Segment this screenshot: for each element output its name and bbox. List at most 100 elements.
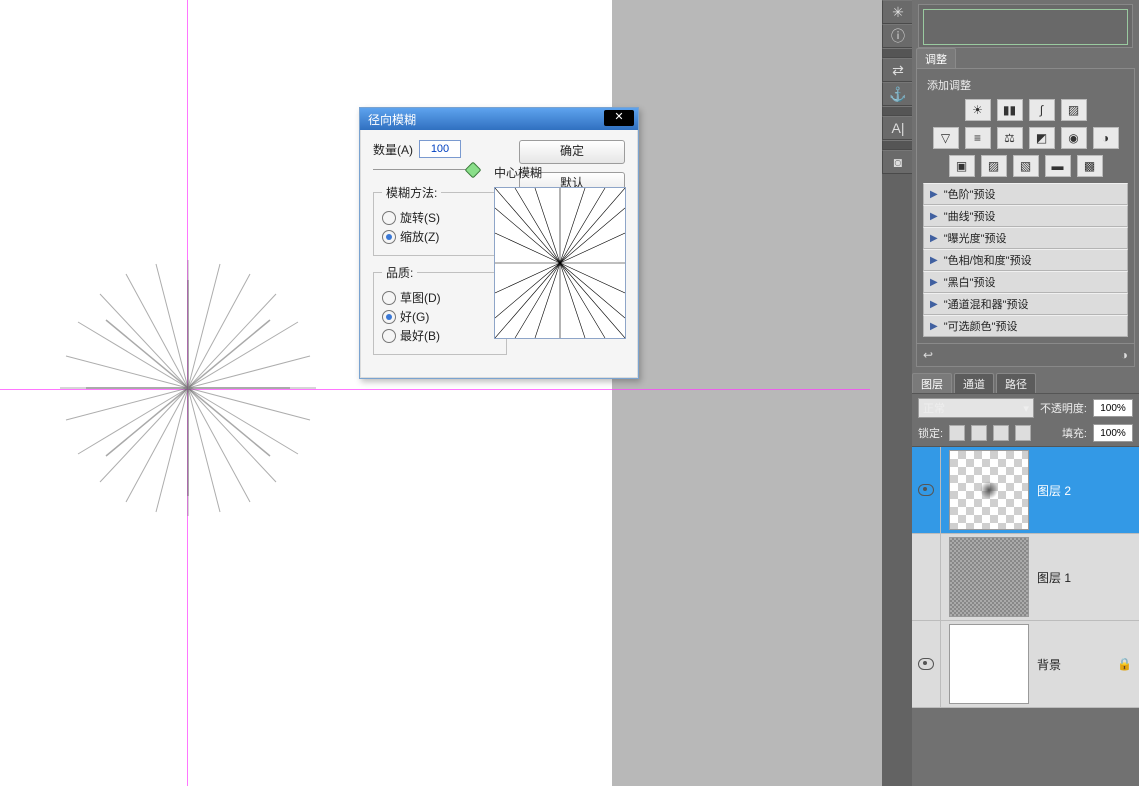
quality-legend: 品质: bbox=[382, 264, 417, 281]
quality-good-radio[interactable]: 好(G) bbox=[382, 308, 498, 325]
camera-icon[interactable]: ◙ bbox=[882, 150, 914, 174]
visibility-toggle[interactable] bbox=[912, 621, 941, 707]
triangle-icon: ▶ bbox=[930, 189, 938, 200]
ok-button[interactable]: 确定 bbox=[519, 140, 625, 164]
layer-name: 图层 2 bbox=[1037, 482, 1139, 499]
separator bbox=[882, 106, 914, 116]
layer-thumbnail[interactable] bbox=[949, 624, 1029, 704]
opacity-label: 不透明度: bbox=[1040, 400, 1087, 416]
triangle-icon: ▶ bbox=[930, 233, 938, 244]
channels-tab[interactable]: 通道 bbox=[954, 373, 994, 393]
brightness-icon[interactable]: ☀ bbox=[965, 99, 991, 121]
amount-input[interactable] bbox=[419, 140, 461, 158]
quality-draft-radio[interactable]: 草图(D) bbox=[382, 289, 498, 306]
adjustments-tab[interactable]: 调整 bbox=[916, 48, 956, 68]
triangle-icon: ▶ bbox=[930, 299, 938, 310]
layer-name: 背景 bbox=[1037, 656, 1117, 673]
triangle-icon: ▶ bbox=[930, 321, 938, 332]
add-adjustment-label: 添加调整 bbox=[927, 77, 1128, 93]
histogram-panel[interactable] bbox=[918, 4, 1133, 48]
exposure-icon[interactable]: ▨ bbox=[1061, 99, 1087, 121]
hue-icon[interactable]: ≡ bbox=[965, 127, 991, 149]
method-legend: 模糊方法: bbox=[382, 184, 441, 201]
triangle-icon: ▶ bbox=[930, 211, 938, 222]
vibrance-icon[interactable]: ▽ bbox=[933, 127, 959, 149]
lock-transparent-icon[interactable] bbox=[949, 425, 965, 441]
bw-icon[interactable]: ◩ bbox=[1029, 127, 1055, 149]
dialog-titlebar[interactable]: 径向模糊 ✕ bbox=[360, 108, 638, 130]
adjustments-footer: ↩ ◑ bbox=[916, 344, 1135, 367]
layer-row[interactable]: 图层 2 bbox=[912, 447, 1139, 534]
layers-list: 图层 2 图层 1 背景🔒 bbox=[912, 447, 1139, 708]
center-blur-label: 中心模糊 bbox=[494, 164, 626, 181]
lock-icon: 🔒 bbox=[1117, 657, 1131, 671]
lock-label: 锁定: bbox=[918, 425, 943, 441]
footer-left-icon[interactable]: ↩ bbox=[923, 348, 933, 362]
quality-group: 品质: 草图(D) 好(G) 最好(B) bbox=[373, 264, 507, 355]
fill-label: 填充: bbox=[1062, 425, 1087, 441]
anchor-icon[interactable]: ⚓ bbox=[882, 82, 914, 106]
channel-mixer-icon[interactable]: ◑ bbox=[1093, 127, 1119, 149]
method-zoom-radio[interactable]: 缩放(Z) bbox=[382, 228, 498, 245]
fill-input[interactable] bbox=[1093, 424, 1133, 442]
photo-filter-icon[interactable]: ◉ bbox=[1061, 127, 1087, 149]
lock-all-icon[interactable] bbox=[1015, 425, 1031, 441]
quality-best-radio[interactable]: 最好(B) bbox=[382, 327, 498, 344]
paths-tab[interactable]: 路径 bbox=[996, 373, 1036, 393]
dialog-title-text: 径向模糊 bbox=[368, 111, 416, 128]
threshold-icon[interactable]: ▧ bbox=[1013, 155, 1039, 177]
preset-item[interactable]: ▶"曲线"预设 bbox=[923, 205, 1128, 227]
layer-name: 图层 1 bbox=[1037, 569, 1139, 586]
collapsed-toolbar: ✳ ⓘ ⇄ ⚓ A| ◙ bbox=[882, 0, 912, 786]
eye-icon[interactable] bbox=[918, 658, 934, 670]
swap-icon[interactable]: ⇄ bbox=[882, 58, 914, 82]
preset-item[interactable]: ▶"可选颜色"预设 bbox=[923, 315, 1128, 337]
eye-icon[interactable] bbox=[918, 484, 934, 496]
layer-thumbnail[interactable] bbox=[949, 537, 1029, 617]
close-button[interactable]: ✕ bbox=[604, 110, 634, 126]
lock-position-icon[interactable] bbox=[993, 425, 1009, 441]
visibility-toggle[interactable] bbox=[912, 447, 941, 533]
preset-item[interactable]: ▶"曝光度"预设 bbox=[923, 227, 1128, 249]
color-balance-icon[interactable]: ⚖ bbox=[997, 127, 1023, 149]
visibility-toggle[interactable] bbox=[912, 534, 941, 620]
adjustments-panel: 添加调整 ☀ ▮▮ ∫ ▨ ▽ ≡ ⚖ ◩ ◉ ◑ ▣ ▨ ▧ ▬ ▩ ▶"色阶… bbox=[916, 68, 1135, 344]
guide-horizontal bbox=[0, 389, 870, 390]
levels-icon[interactable]: ▮▮ bbox=[997, 99, 1023, 121]
triangle-icon: ▶ bbox=[930, 255, 938, 266]
triangle-icon: ▶ bbox=[930, 277, 938, 288]
layer-row[interactable]: 图层 1 bbox=[912, 534, 1139, 621]
curves-icon[interactable]: ∫ bbox=[1029, 99, 1055, 121]
layer-thumbnail[interactable] bbox=[949, 450, 1029, 530]
preset-item[interactable]: ▶"色相/饱和度"预设 bbox=[923, 249, 1128, 271]
slider-knob[interactable] bbox=[465, 162, 482, 179]
amount-slider[interactable] bbox=[373, 164, 479, 176]
info-icon[interactable]: ⓘ bbox=[882, 24, 914, 48]
chevron-down-icon: ▾ bbox=[1023, 402, 1029, 415]
selective-color-icon[interactable]: ▩ bbox=[1077, 155, 1103, 177]
separator bbox=[882, 140, 914, 150]
preset-item[interactable]: ▶"通道混和器"预设 bbox=[923, 293, 1128, 315]
opacity-input[interactable] bbox=[1093, 399, 1133, 417]
lock-pixels-icon[interactable] bbox=[971, 425, 987, 441]
layer-row[interactable]: 背景🔒 bbox=[912, 621, 1139, 708]
gradient-map-icon[interactable]: ▬ bbox=[1045, 155, 1071, 177]
preset-item[interactable]: ▶"黑白"预设 bbox=[923, 271, 1128, 293]
close-icon: ✕ bbox=[614, 111, 623, 123]
blend-mode-select[interactable]: 正常 ▾ bbox=[918, 398, 1034, 418]
separator bbox=[882, 48, 914, 58]
radial-blur-dialog: 径向模糊 ✕ 数量(A) 模糊方法: 旋转(S) 缩放(Z) 品质: 草图(D)… bbox=[359, 107, 639, 379]
method-spin-radio[interactable]: 旋转(S) bbox=[382, 209, 498, 226]
layers-tab[interactable]: 图层 bbox=[912, 373, 952, 393]
footer-right-icon[interactable]: ◑ bbox=[1121, 348, 1128, 362]
invert-icon[interactable]: ▣ bbox=[949, 155, 975, 177]
text-icon[interactable]: A| bbox=[882, 116, 914, 140]
wheel-icon[interactable]: ✳ bbox=[882, 0, 914, 24]
guide-vertical bbox=[187, 0, 188, 786]
right-panels: 调整 添加调整 ☀ ▮▮ ∫ ▨ ▽ ≡ ⚖ ◩ ◉ ◑ ▣ ▨ ▧ ▬ ▩ ▶… bbox=[912, 0, 1139, 786]
blur-method-group: 模糊方法: 旋转(S) 缩放(Z) bbox=[373, 184, 507, 256]
amount-label: 数量(A) bbox=[373, 141, 413, 158]
preset-item[interactable]: ▶"色阶"预设 bbox=[923, 183, 1128, 205]
center-blur-preview[interactable] bbox=[494, 187, 626, 339]
posterize-icon[interactable]: ▨ bbox=[981, 155, 1007, 177]
